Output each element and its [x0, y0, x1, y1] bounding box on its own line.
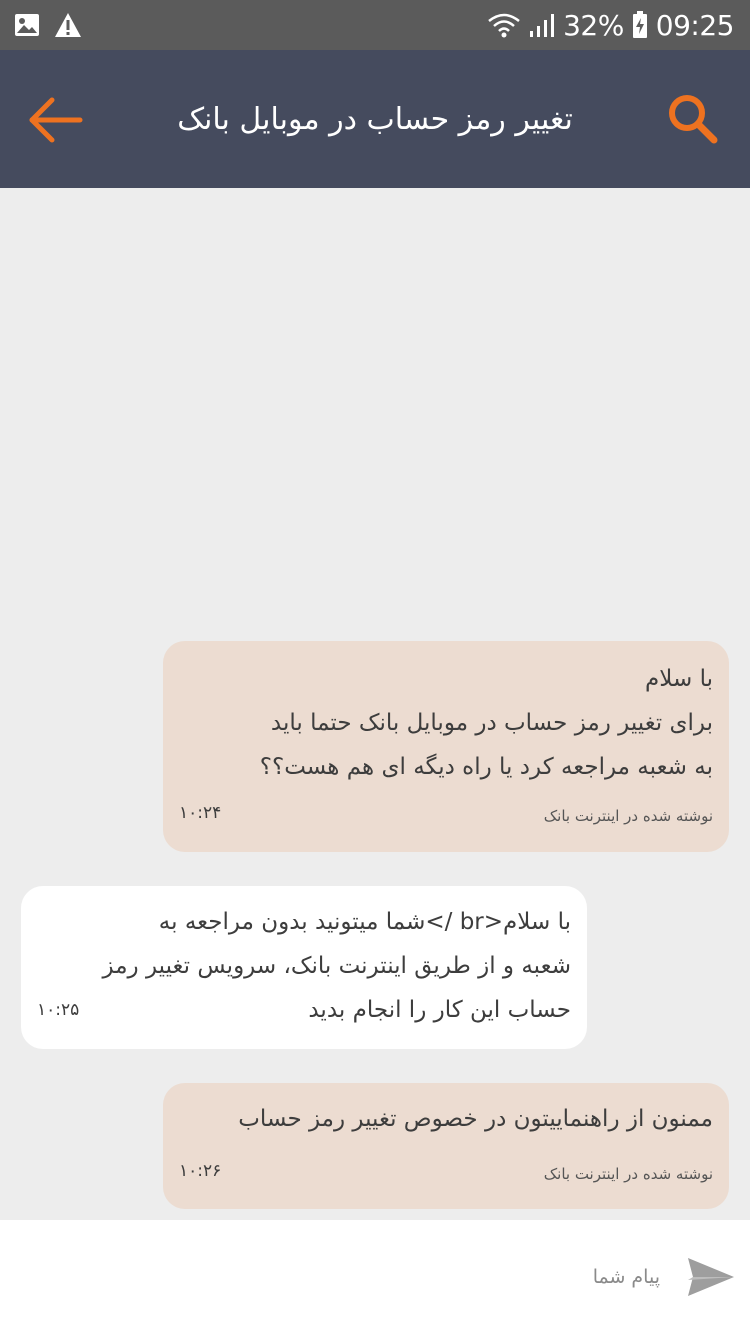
message-time: ۱۰:۲۶	[179, 1161, 222, 1181]
message-bubble-sent: با سلام برای تغییر رمز حساب در موبایل با…	[163, 641, 729, 852]
signal-icon	[530, 14, 555, 37]
message-time: ۱۰:۲۵	[37, 1000, 80, 1020]
message-note: نوشته شده در اینترنت بانک	[543, 1165, 713, 1183]
search-icon	[669, 95, 718, 144]
message-text: با سلام<br />شما میتونید بدون مراجعه به …	[102, 909, 571, 1023]
status-bar: 32% 09:25	[0, 0, 750, 50]
battery-charging-icon	[632, 11, 647, 38]
image-icon	[15, 14, 39, 36]
wifi-icon	[488, 13, 520, 38]
arrow-left-icon	[29, 97, 83, 143]
app-bar: تغییر رمز حساب در موبایل بانک	[0, 50, 750, 188]
status-left-icons	[14, 9, 82, 41]
message-text: ممنون از راهنماییتون در خصوص تغییر رمز ح…	[238, 1106, 713, 1132]
status-right-icons: 32% 09:25	[487, 6, 735, 44]
back-button[interactable]	[24, 88, 88, 152]
battery-percent: 32%	[563, 8, 624, 42]
clock: 09:25	[655, 8, 735, 42]
message-text: با سلام برای تغییر رمز حساب در موبایل با…	[259, 666, 713, 780]
warning-icon	[55, 13, 81, 37]
search-button[interactable]	[664, 90, 722, 148]
message-bubble-sent: ممنون از راهنماییتون در خصوص تغییر رمز ح…	[163, 1083, 729, 1209]
send-icon	[688, 1258, 734, 1296]
page-title: تغییر رمز حساب در موبایل بانک	[177, 101, 573, 137]
message-time: ۱۰:۲۴	[179, 803, 222, 823]
send-button[interactable]	[686, 1256, 736, 1298]
message-bubble-received: با سلام<br />شما میتونید بدون مراجعه به …	[21, 886, 587, 1049]
message-input[interactable]	[20, 1250, 660, 1304]
message-note: نوشته شده در اینترنت بانک	[543, 807, 713, 825]
